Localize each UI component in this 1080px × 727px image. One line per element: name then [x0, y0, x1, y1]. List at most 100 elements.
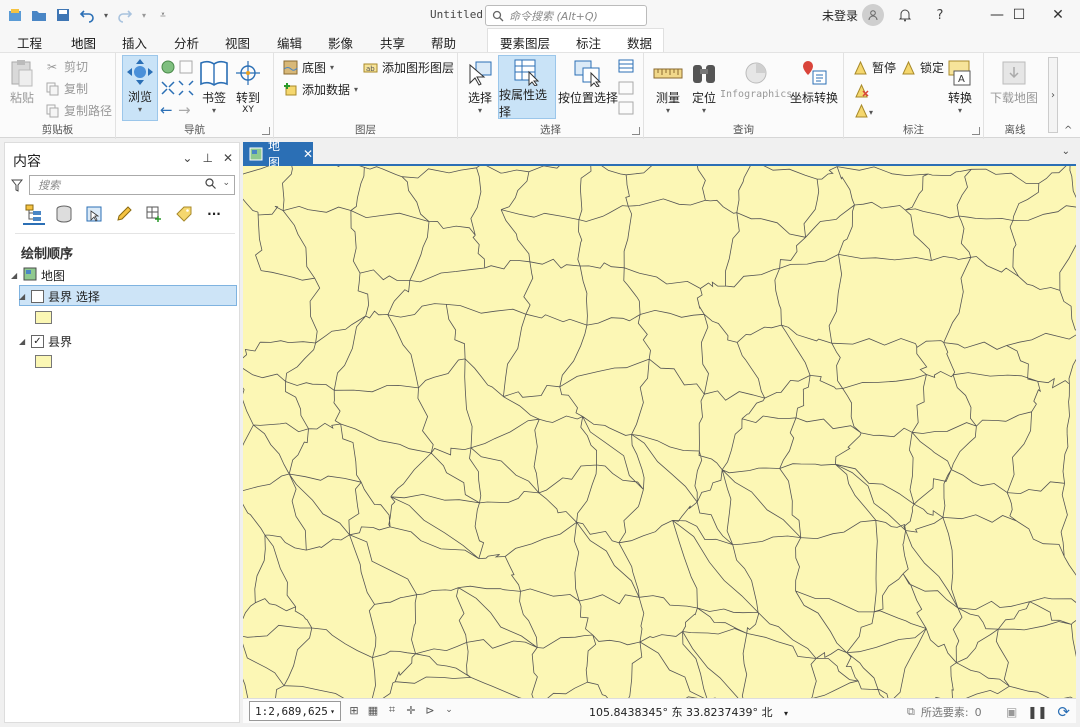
- snapping-view-icon[interactable]: [143, 203, 165, 225]
- labeling-launcher-icon[interactable]: [972, 127, 980, 135]
- layer-group-label: 图层: [355, 124, 376, 136]
- explore-button[interactable]: 浏览 ▾: [122, 55, 158, 121]
- tab-share[interactable]: 共享: [380, 33, 405, 52]
- tab-view[interactable]: 视图: [225, 33, 250, 52]
- drawing-order-view-icon[interactable]: [23, 203, 45, 225]
- ribbon-scroll-right-icon[interactable]: ›: [1048, 57, 1058, 133]
- layer-visibility-checkbox[interactable]: [31, 290, 44, 303]
- goto-xy-button[interactable]: 转到 XY: [232, 57, 264, 115]
- copy-path-button[interactable]: 复制路径: [44, 102, 112, 119]
- select-by-location-button[interactable]: 按位置选择: [558, 57, 618, 106]
- tab-labeling[interactable]: 标注: [576, 33, 601, 52]
- pane-pin-icon[interactable]: ⊥: [202, 151, 212, 165]
- collapse-ribbon-icon[interactable]: ^: [1064, 125, 1072, 136]
- expand-layer-icon[interactable]: ◢: [19, 292, 27, 301]
- convert-coordinates-button[interactable]: 坐标转换: [790, 57, 838, 106]
- add-grid-icon[interactable]: ⊞: [347, 703, 361, 717]
- command-search-box[interactable]: 命令搜索 (Alt+Q): [485, 5, 647, 26]
- user-avatar-icon[interactable]: [862, 4, 884, 26]
- maximize-icon[interactable]: ☐: [997, 0, 1041, 30]
- contents-search-input[interactable]: 搜索 ⌄: [29, 175, 235, 195]
- pause-drawing-icon[interactable]: ❚❚: [1027, 705, 1047, 719]
- view-unplaced-icon[interactable]: [854, 83, 869, 101]
- filter-funnel-icon[interactable]: [10, 179, 24, 195]
- fixed-zoom-in-icon[interactable]: [160, 80, 176, 99]
- pane-close-icon[interactable]: ✕: [223, 151, 233, 165]
- tab-project[interactable]: 工程: [17, 33, 42, 52]
- open-project-icon[interactable]: [30, 6, 48, 24]
- tab-map[interactable]: 地图: [71, 33, 97, 56]
- save-project-icon[interactable]: [54, 6, 72, 24]
- label-options-icon[interactable]: ▾: [854, 103, 876, 121]
- contents-search-icon[interactable]: [205, 178, 217, 192]
- paste-button[interactable]: 粘贴: [6, 57, 38, 106]
- layer-symbol-swatch[interactable]: [35, 311, 52, 324]
- refresh-map-icon[interactable]: ⟳: [1057, 703, 1070, 721]
- labeling-view-icon[interactable]: [173, 203, 195, 225]
- help-question-icon[interactable]: ?: [930, 5, 950, 25]
- editing-view-icon[interactable]: [113, 203, 135, 225]
- copy-button[interactable]: 复制: [44, 80, 88, 97]
- tab-data[interactable]: 数据: [627, 33, 652, 52]
- undo-dropdown-icon[interactable]: ▾: [102, 6, 110, 24]
- cursor-coordinates[interactable]: 105.8438345° 东 33.8237439° 北 ▾: [589, 704, 788, 720]
- map-tabs-chevron-icon[interactable]: ⌄: [1062, 146, 1070, 157]
- previous-extent-icon[interactable]: ←: [160, 101, 173, 119]
- customize-qat-icon[interactable]: ⩡: [154, 6, 172, 24]
- convert-labels-button[interactable]: A 转换 ▾: [944, 57, 976, 115]
- cut-button[interactable]: ✂ 剪切: [44, 58, 88, 75]
- lock-labeling-button[interactable]: 锁定: [900, 59, 944, 76]
- pane-options-chevron-icon[interactable]: ⌄: [182, 151, 192, 165]
- more-options-icon[interactable]: ···: [203, 203, 225, 225]
- map-scale-select[interactable]: 1:2,689,625 ▾: [249, 701, 341, 721]
- contents-search-dropdown-icon[interactable]: ⌄: [222, 178, 230, 192]
- layer-row-selection[interactable]: ◢ 县界 选择: [19, 288, 100, 305]
- tab-insert[interactable]: 插入: [122, 33, 147, 52]
- add-graphics-layer-button[interactable]: ab 添加图形图层: [362, 59, 454, 76]
- layer-row-county-boundary[interactable]: ◢ ✓ 县界: [19, 333, 72, 350]
- time-slider-icon[interactable]: ⊳: [423, 703, 437, 717]
- selection-group: 选择 ▾ 按属性选择 按位置选择 选择: [458, 53, 644, 139]
- paste-label: 粘贴: [9, 91, 34, 105]
- new-project-icon[interactable]: [6, 6, 24, 24]
- tab-feature-layer[interactable]: 要素图层: [500, 33, 550, 52]
- data-source-view-icon[interactable]: [53, 203, 75, 225]
- layer-symbol-swatch[interactable]: [35, 355, 52, 368]
- close-map-tab-icon[interactable]: ✕: [303, 147, 313, 161]
- pause-labeling-button[interactable]: 暂停: [852, 59, 896, 76]
- map-view[interactable]: [243, 166, 1076, 698]
- clear-selection-status-icon[interactable]: ▣: [1006, 705, 1017, 719]
- clipboard-group-label: 剪贴板: [41, 124, 74, 136]
- add-data-button[interactable]: 添加数据 ▾: [282, 81, 358, 98]
- expand-map-icon[interactable]: ◢: [11, 271, 19, 280]
- basemap-label: 底图: [302, 61, 327, 75]
- tab-help[interactable]: 帮助: [431, 33, 456, 52]
- tab-analysis[interactable]: 分析: [174, 33, 199, 52]
- select-by-attributes-button[interactable]: 按属性选择: [498, 55, 556, 119]
- select-button[interactable]: 选择 ▾: [464, 57, 496, 115]
- bookmarks-button[interactable]: 书签 ▾: [198, 57, 230, 115]
- selection-view-icon[interactable]: [83, 203, 105, 225]
- map-tree-node[interactable]: ◢ 地图: [11, 267, 65, 284]
- tab-imagery[interactable]: 影像: [328, 33, 353, 52]
- table-grid-icon[interactable]: ▦: [366, 703, 380, 717]
- fixed-zoom-out-icon[interactable]: [178, 80, 194, 99]
- tab-edit[interactable]: 编辑: [277, 33, 302, 52]
- map-view-tab[interactable]: 地图 ✕: [243, 139, 313, 170]
- layer-visibility-checkbox[interactable]: ✓: [31, 335, 44, 348]
- close-window-icon[interactable]: ✕: [1036, 0, 1080, 30]
- measure-button[interactable]: 测量 ▾: [652, 57, 684, 115]
- full-extent-icon[interactable]: [160, 59, 176, 78]
- basemap-button[interactable]: 底图 ▾: [282, 59, 334, 76]
- status-tools-dropdown-icon[interactable]: ⌄: [442, 703, 456, 717]
- snapping-toggle-icon[interactable]: ⌗: [385, 703, 399, 717]
- navigate-launcher-icon[interactable]: [262, 127, 270, 135]
- expand-layer-icon[interactable]: ◢: [19, 337, 27, 346]
- locate-button[interactable]: 定位 ▾: [688, 57, 720, 115]
- crosshair-toggle-icon[interactable]: ✛: [404, 703, 418, 717]
- attributes-table-icon[interactable]: [618, 59, 634, 76]
- selection-launcher-icon[interactable]: [632, 127, 640, 135]
- undo-icon[interactable]: [78, 6, 96, 24]
- notifications-bell-icon[interactable]: [895, 5, 915, 25]
- sign-in-status[interactable]: 未登录: [822, 7, 858, 24]
